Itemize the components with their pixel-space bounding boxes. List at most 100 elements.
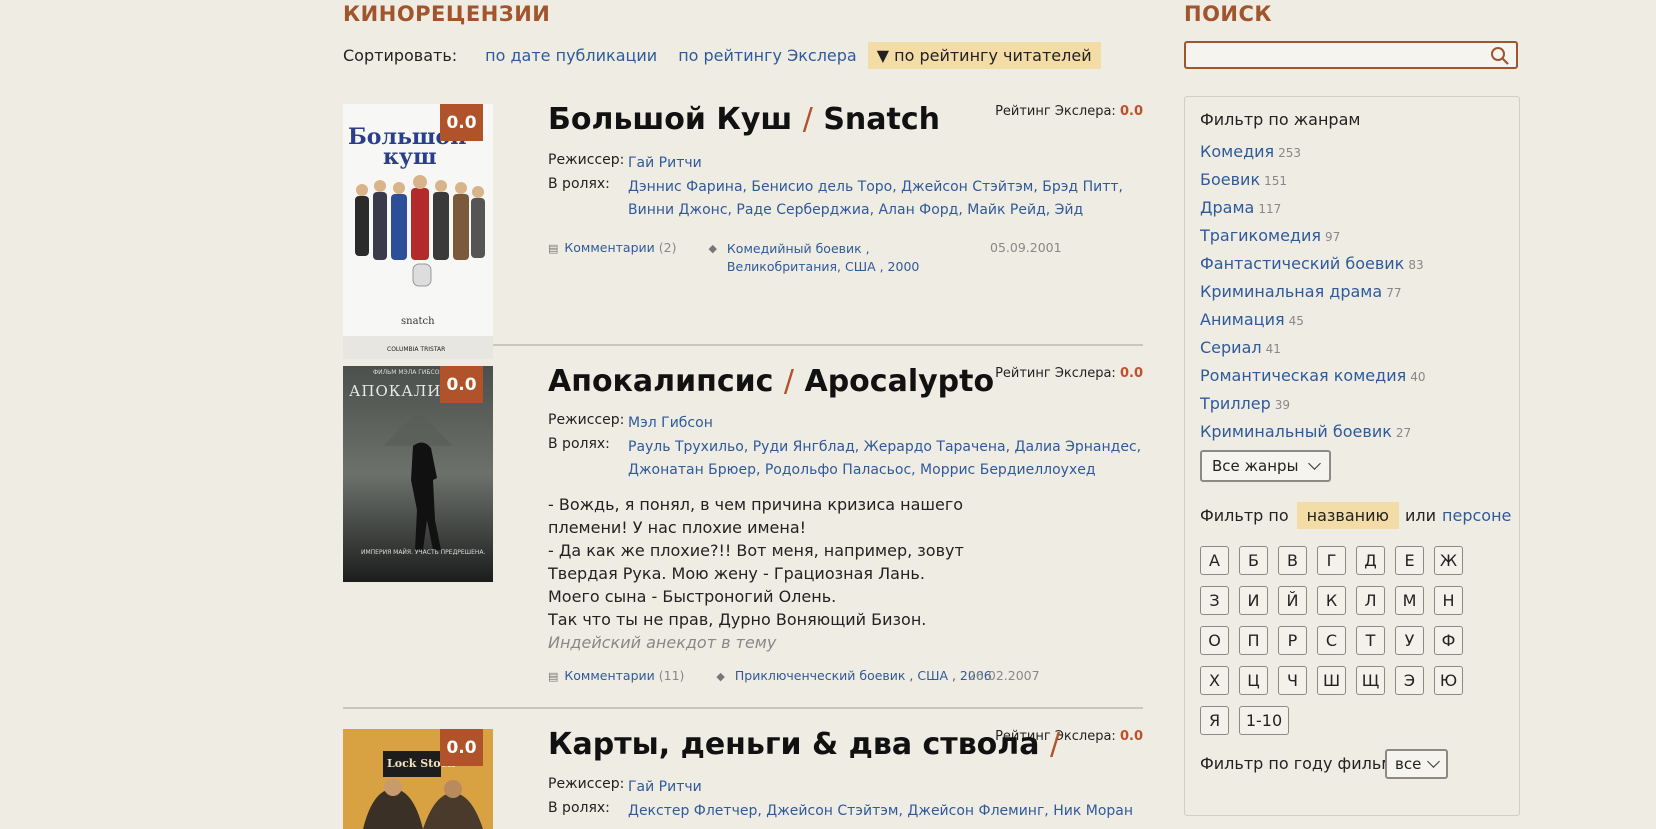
film-poster[interactable]: ФИЛЬМ МЭЛА ГИБСОНА АПОКАЛИ ИМПЕРИЯ МАЙЯ.… xyxy=(343,366,493,582)
letter-button[interactable]: Х xyxy=(1200,666,1229,695)
search-input[interactable] xyxy=(1184,41,1518,69)
filter-by-label: Фильтр по xyxy=(1200,506,1289,525)
film-title[interactable]: Карты, деньги & два ствола / xyxy=(548,727,1060,762)
letter-button[interactable]: Е xyxy=(1395,546,1424,575)
quote-line: Твердая Рука. Мою жену - Грациозная Лань… xyxy=(548,564,925,583)
letter-button[interactable]: Ч xyxy=(1278,666,1307,695)
cast-links[interactable]: Рауль Трухильо, Руди Янгблад, Жерардо Та… xyxy=(628,436,1143,482)
tag-links[interactable]: Приключенческий боевик , США , 2006 xyxy=(735,668,992,683)
genre-name[interactable]: Анимация xyxy=(1200,310,1285,329)
letter-button[interactable]: Р xyxy=(1278,626,1307,655)
genre-name[interactable]: Трагикомедия xyxy=(1200,226,1321,245)
sort-by-exler-rating[interactable]: по рейтингу Экслера xyxy=(678,46,857,65)
director-link[interactable]: Гай Ритчи xyxy=(628,152,1143,175)
genre-list: Комедия 253 Боевик 151 Драма 117 Трагикомед… xyxy=(1200,142,1426,450)
genre-item[interactable]: Боевик 151 xyxy=(1200,170,1426,198)
film-title[interactable]: Большой Куш / Snatch xyxy=(548,102,940,137)
title-separator: / xyxy=(802,102,813,137)
film-title[interactable]: Апокалипсис / Apocalypto xyxy=(548,364,994,399)
letter-button[interactable]: Ж xyxy=(1434,546,1463,575)
genre-item[interactable]: Драма 117 xyxy=(1200,198,1426,226)
filter-by-title-tab[interactable]: названию xyxy=(1296,502,1399,529)
genre-item[interactable]: Триллер 39 xyxy=(1200,394,1426,422)
genre-name[interactable]: Триллер xyxy=(1200,394,1271,413)
search-icon[interactable] xyxy=(1490,46,1510,66)
genre-count: 83 xyxy=(1408,258,1424,272)
letter-button[interactable]: 1-10 xyxy=(1239,706,1289,735)
cast-links[interactable]: Дэннис Фарина, Бенисио дель Торо, Джейсо… xyxy=(628,176,1143,222)
genre-name[interactable]: Криминальная драма xyxy=(1200,282,1382,301)
letter-button[interactable]: Ф xyxy=(1434,626,1463,655)
quote-line: Так что ты не прав, Дурно Воняющий Бизон… xyxy=(548,610,927,629)
letter-button[interactable]: Й xyxy=(1278,586,1307,615)
film-title-ru[interactable]: Апокалипсис xyxy=(548,364,773,399)
film-title-ru[interactable]: Большой Куш xyxy=(548,102,792,137)
letter-button[interactable]: Я xyxy=(1200,706,1229,735)
film-title-en[interactable]: Snatch xyxy=(823,102,940,137)
genre-item[interactable]: Комедия 253 xyxy=(1200,142,1426,170)
genre-name[interactable]: Боевик xyxy=(1200,170,1260,189)
genre-name[interactable]: Фантастический боевик xyxy=(1200,254,1404,273)
letter-button[interactable]: Щ xyxy=(1356,666,1385,695)
film-title-en[interactable]: Apocalypto xyxy=(804,364,994,399)
genre-item[interactable]: Анимация 45 xyxy=(1200,310,1426,338)
letter-button[interactable]: Л xyxy=(1356,586,1385,615)
genre-item[interactable]: Фантастический боевик 83 xyxy=(1200,254,1426,282)
letter-button[interactable]: В xyxy=(1278,546,1307,575)
genre-item[interactable]: Трагикомедия 97 xyxy=(1200,226,1426,254)
filter-by-person-tab[interactable]: персоне xyxy=(1442,506,1511,525)
cast-label: В ролях: xyxy=(548,436,610,452)
letter-button[interactable]: К xyxy=(1317,586,1346,615)
letter-button[interactable]: П xyxy=(1239,626,1268,655)
film-poster[interactable]: Lock Stock 0.0 xyxy=(343,729,493,829)
letter-button[interactable]: О xyxy=(1200,626,1229,655)
letter-button[interactable]: Б xyxy=(1239,546,1268,575)
sort-by-date[interactable]: по дате публикации xyxy=(485,46,657,65)
letter-button[interactable]: Т xyxy=(1356,626,1385,655)
film-title-ru[interactable]: Карты, деньги & два ствола xyxy=(548,727,1040,762)
letter-button[interactable]: Э xyxy=(1395,666,1424,695)
director-label: Режиссер: xyxy=(548,152,625,168)
tag-icon: ◆ xyxy=(716,670,725,683)
letter-button[interactable]: М xyxy=(1395,586,1424,615)
all-genres-dropdown[interactable]: Все жанры xyxy=(1200,450,1332,482)
letter-button[interactable]: Н xyxy=(1434,586,1463,615)
publish-date: 26.02.2007 xyxy=(968,668,1040,683)
exler-rating: Рейтинг Экслера: 0.0 xyxy=(995,104,1143,119)
letter-button[interactable]: Ю xyxy=(1434,666,1463,695)
genre-name[interactable]: Криминальный боевик xyxy=(1200,422,1392,441)
comments-link[interactable]: Комментарии xyxy=(564,240,654,255)
film-footer: ▤ Комментарии (2) ◆ Комедийный боевик , В… xyxy=(548,240,1148,276)
genre-item[interactable]: Сериал 41 xyxy=(1200,338,1426,366)
genre-item[interactable]: Романтическая комедия 40 xyxy=(1200,366,1426,394)
genre-item[interactable]: Криминальная драма 77 xyxy=(1200,282,1426,310)
director-link[interactable]: Мэл Гибсон xyxy=(628,412,1143,435)
year-dropdown[interactable]: все xyxy=(1385,749,1449,779)
letter-button[interactable]: У xyxy=(1395,626,1424,655)
genre-name[interactable]: Комедия xyxy=(1200,142,1274,161)
director-label: Режиссер: xyxy=(548,776,625,792)
genre-name[interactable]: Романтическая комедия xyxy=(1200,366,1406,385)
film-poster[interactable]: Большой куш snatch COLUMBIA TRISTAR 0.0 xyxy=(343,104,493,359)
cast-links[interactable]: Декстер Флетчер, Джейсон Стэйтэм, Джейсо… xyxy=(628,800,1143,823)
genre-item[interactable]: Криминальный боевик 27 xyxy=(1200,422,1426,450)
director-row: Режиссер: Мэл Гибсон xyxy=(548,412,1143,435)
exler-rating: Рейтинг Экслера: 0.0 xyxy=(995,366,1143,381)
letter-button[interactable]: Д xyxy=(1356,546,1385,575)
letter-button[interactable]: Г xyxy=(1317,546,1346,575)
director-link[interactable]: Гай Ритчи xyxy=(628,776,1143,799)
letter-button[interactable]: Ш xyxy=(1317,666,1346,695)
tag-icon: ◆ xyxy=(708,242,717,255)
genre-name[interactable]: Драма xyxy=(1200,198,1254,217)
letter-button[interactable]: А xyxy=(1200,546,1229,575)
sort-by-reader-rating[interactable]: ▼ по рейтингу читателей xyxy=(867,41,1101,69)
sort-bar: Сортировать: по дате публикации по рейти… xyxy=(343,41,1122,69)
genre-name[interactable]: Сериал xyxy=(1200,338,1262,357)
letter-button[interactable]: И xyxy=(1239,586,1268,615)
tag-links[interactable]: Комедийный боевик , Великобритания, США … xyxy=(727,240,952,276)
letter-button[interactable]: Ц xyxy=(1239,666,1268,695)
letter-button[interactable]: С xyxy=(1317,626,1346,655)
letter-button[interactable]: З xyxy=(1200,586,1229,615)
film-divider xyxy=(343,707,1143,709)
comments-link[interactable]: Комментарии xyxy=(564,668,654,683)
